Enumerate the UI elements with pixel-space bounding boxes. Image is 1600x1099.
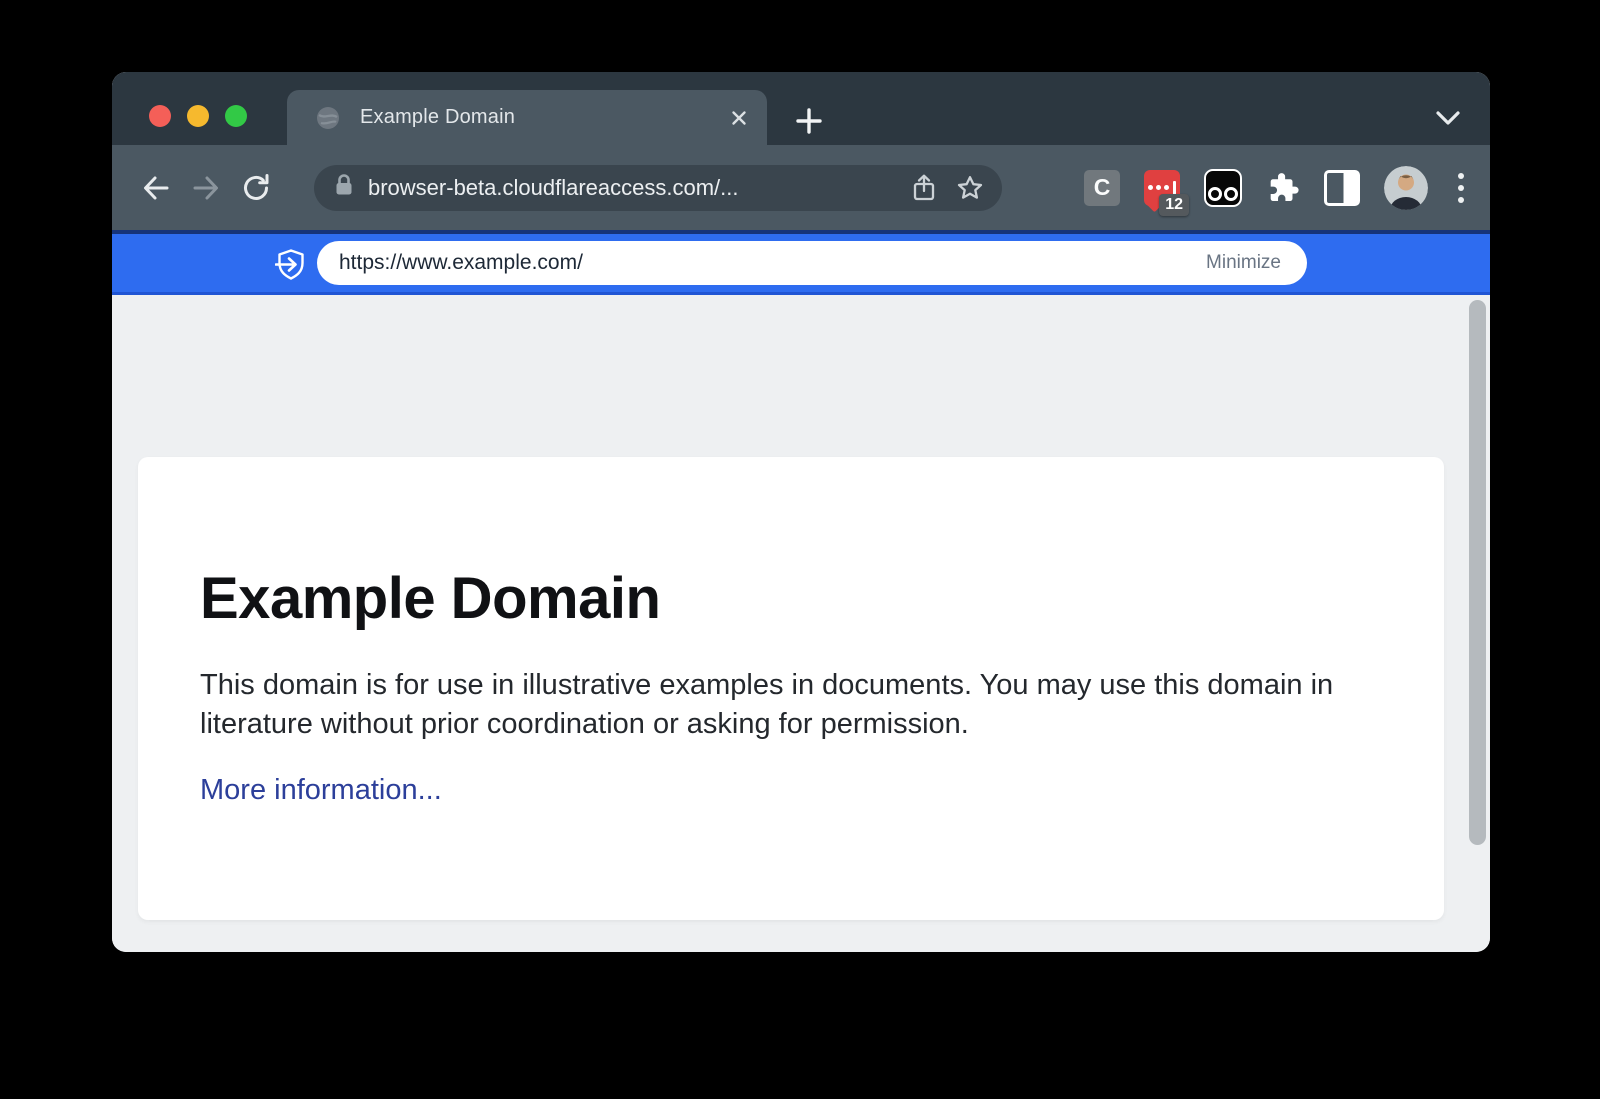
tab-strip: Example Domain — [112, 72, 1490, 145]
minimize-window-button[interactable] — [187, 105, 209, 127]
extension-password-dots-icon[interactable]: 12 — [1144, 170, 1180, 206]
close-window-button[interactable] — [149, 105, 171, 127]
extension-goggles-icon[interactable] — [1204, 169, 1242, 207]
remote-browser-bar: https://www.example.com/ Minimize — [112, 230, 1490, 295]
browser-toolbar: browser-beta.cloudflareaccess.com/... C — [112, 145, 1490, 230]
page-heading: Example Domain — [200, 565, 1374, 632]
web-page-viewport: Example Domain This domain is for use in… — [112, 295, 1490, 952]
active-tab[interactable]: Example Domain — [287, 90, 767, 145]
extensions-puzzle-icon[interactable] — [1266, 171, 1300, 205]
page-scrollbar[interactable] — [1469, 300, 1486, 845]
lock-icon[interactable] — [334, 173, 354, 202]
extension-badge-count: 12 — [1159, 194, 1189, 216]
browser-window: Example Domain — [112, 72, 1490, 952]
browser-menu-kebab-icon[interactable] — [1452, 173, 1470, 203]
forward-button[interactable] — [188, 170, 224, 206]
back-button[interactable] — [138, 170, 174, 206]
minimize-bar-button[interactable]: Minimize — [1206, 252, 1281, 274]
new-tab-button[interactable] — [786, 98, 832, 144]
side-panel-icon[interactable] — [1324, 170, 1360, 206]
address-bar[interactable]: browser-beta.cloudflareaccess.com/... — [314, 165, 1002, 211]
tab-title: Example Domain — [360, 106, 515, 129]
tab-close-icon[interactable] — [729, 108, 749, 128]
remote-url-text: https://www.example.com/ — [339, 251, 583, 275]
share-icon[interactable] — [908, 172, 940, 204]
remote-url-input[interactable]: https://www.example.com/ Minimize — [317, 241, 1307, 285]
tab-search-chevron-icon[interactable] — [1434, 110, 1462, 132]
reload-button[interactable] — [238, 170, 274, 206]
tab-favicon-globe-icon — [315, 105, 341, 131]
window-controls — [149, 105, 247, 127]
extensions-tray: C 12 — [1084, 166, 1470, 210]
profile-avatar[interactable] — [1384, 166, 1428, 210]
more-information-link[interactable]: More information... — [200, 774, 442, 807]
bookmark-star-icon[interactable] — [954, 172, 986, 204]
page-body-text: This domain is for use in illustrative e… — [200, 666, 1370, 744]
fullscreen-window-button[interactable] — [225, 105, 247, 127]
content-card: Example Domain This domain is for use in… — [138, 457, 1444, 920]
extension-c-icon[interactable]: C — [1084, 170, 1120, 206]
address-bar-url: browser-beta.cloudflareaccess.com/... — [368, 175, 739, 201]
shield-arrow-icon — [275, 248, 307, 287]
